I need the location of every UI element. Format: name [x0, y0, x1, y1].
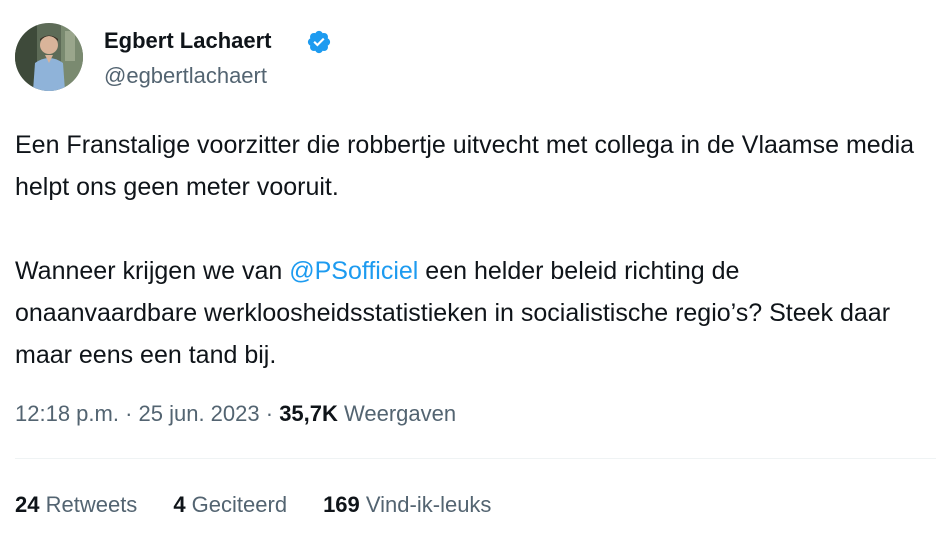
tweet-time[interactable]: 12:18 p.m.	[15, 401, 119, 426]
mention-link[interactable]: @PSofficiel	[289, 257, 418, 285]
meta-separator: ·	[259, 401, 280, 426]
views-count: 35,7K	[279, 401, 338, 426]
divider	[15, 458, 936, 459]
retweets-count: 24	[15, 492, 40, 517]
tweet-date[interactable]: 25 jun. 2023	[139, 401, 260, 426]
meta-separator: ·	[118, 401, 139, 426]
verified-badge-icon[interactable]	[306, 29, 332, 55]
author-handle[interactable]: @egbertlachaert	[104, 62, 267, 90]
avatar[interactable]	[15, 23, 83, 91]
author-display-name[interactable]: Egbert Lachaert	[104, 27, 272, 55]
quotes-stat[interactable]: 4 Geciteerd	[173, 489, 287, 521]
likes-label: Vind-ik-leuks	[359, 492, 492, 517]
retweets-stat[interactable]: 24 Retweets	[15, 489, 137, 521]
tweet-paragraph: Wanneer krijgen we van @PSofficiel een h…	[15, 250, 920, 376]
engagement-stats: 24 Retweets 4 Geciteerd 169 Vind-ik-leuk…	[15, 489, 527, 521]
tweet-meta: 12:18 p.m. · 25 jun. 2023 · 35,7K Weerga…	[15, 398, 456, 430]
tweet-text-segment: Wanneer krijgen we van	[15, 257, 290, 285]
quotes-count: 4	[173, 492, 186, 517]
retweets-label: Retweets	[39, 492, 138, 517]
quotes-label: Geciteerd	[185, 492, 288, 517]
views-label: Weergaven	[337, 401, 457, 426]
tweet-card: Egbert Lachaert @egbertlachaert Een Fran…	[0, 0, 936, 539]
likes-count: 169	[323, 492, 360, 517]
tweet-paragraph: Een Franstalige voorzitter die robbertje…	[15, 131, 915, 201]
tweet-text: Een Franstalige voorzitter die robbertje…	[15, 124, 920, 376]
likes-stat[interactable]: 169 Vind-ik-leuks	[323, 489, 491, 521]
